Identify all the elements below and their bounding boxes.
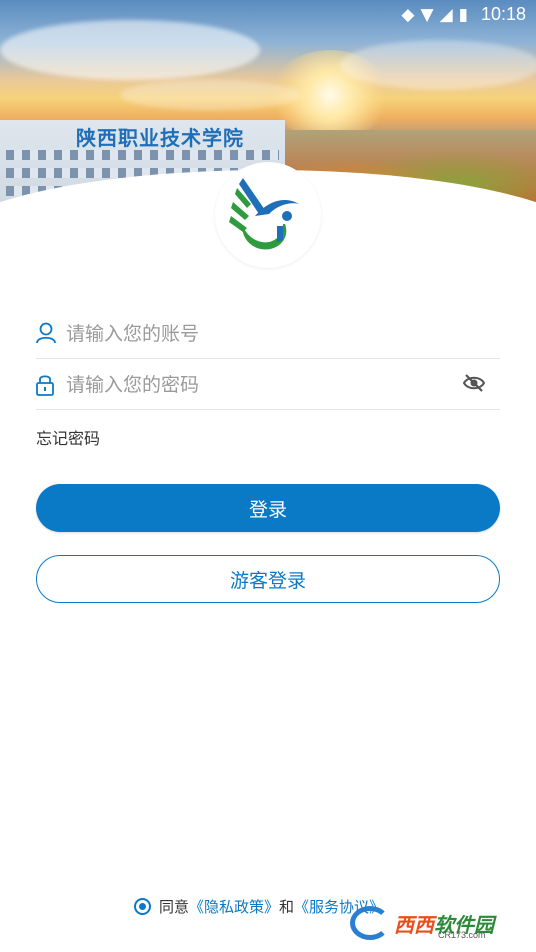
password-field bbox=[36, 359, 500, 410]
status-time: 10:18 bbox=[480, 4, 526, 24]
privacy-policy-link[interactable]: 《隐私政策》 bbox=[189, 896, 279, 917]
user-icon bbox=[36, 322, 56, 344]
app-logo bbox=[215, 162, 321, 268]
account-field bbox=[36, 308, 500, 359]
agree-and: 和 bbox=[279, 898, 295, 916]
signal-icon: ◢ bbox=[439, 5, 459, 25]
status-bar: ◆▼◢▮ 10:18 bbox=[0, 0, 536, 30]
battery-icon: ▮ bbox=[458, 5, 474, 25]
watermark-c-icon bbox=[350, 906, 390, 940]
agreement-row: 同意 《隐私政策》 和 《服务协议》 bbox=[134, 896, 384, 917]
login-button[interactable]: 登录 bbox=[36, 484, 500, 532]
account-input[interactable] bbox=[64, 318, 468, 350]
school-logo-icon bbox=[229, 178, 299, 250]
location-icon: ◆ bbox=[401, 5, 421, 25]
campus-sign: 陕西职业技术学院 bbox=[76, 126, 244, 150]
cloud bbox=[120, 80, 300, 110]
watermark-logo: 西西 软件园 CR173.com bbox=[350, 906, 520, 940]
agree-prefix: 同意 bbox=[159, 898, 190, 916]
status-icons: ◆▼◢▮ bbox=[401, 5, 474, 25]
cloud bbox=[340, 40, 536, 90]
watermark-brand: 西西 bbox=[394, 912, 434, 937]
guest-login-button[interactable]: 游客登录 bbox=[36, 555, 500, 603]
agree-radio[interactable] bbox=[134, 898, 151, 915]
eye-off-icon[interactable] bbox=[462, 373, 486, 393]
forgot-password-link[interactable]: 忘记密码 bbox=[36, 425, 100, 449]
password-input[interactable] bbox=[64, 369, 468, 401]
watermark-domain: CR173.com bbox=[438, 930, 486, 940]
lock-icon bbox=[36, 375, 54, 396]
wifi-icon: ▼ bbox=[420, 5, 440, 25]
